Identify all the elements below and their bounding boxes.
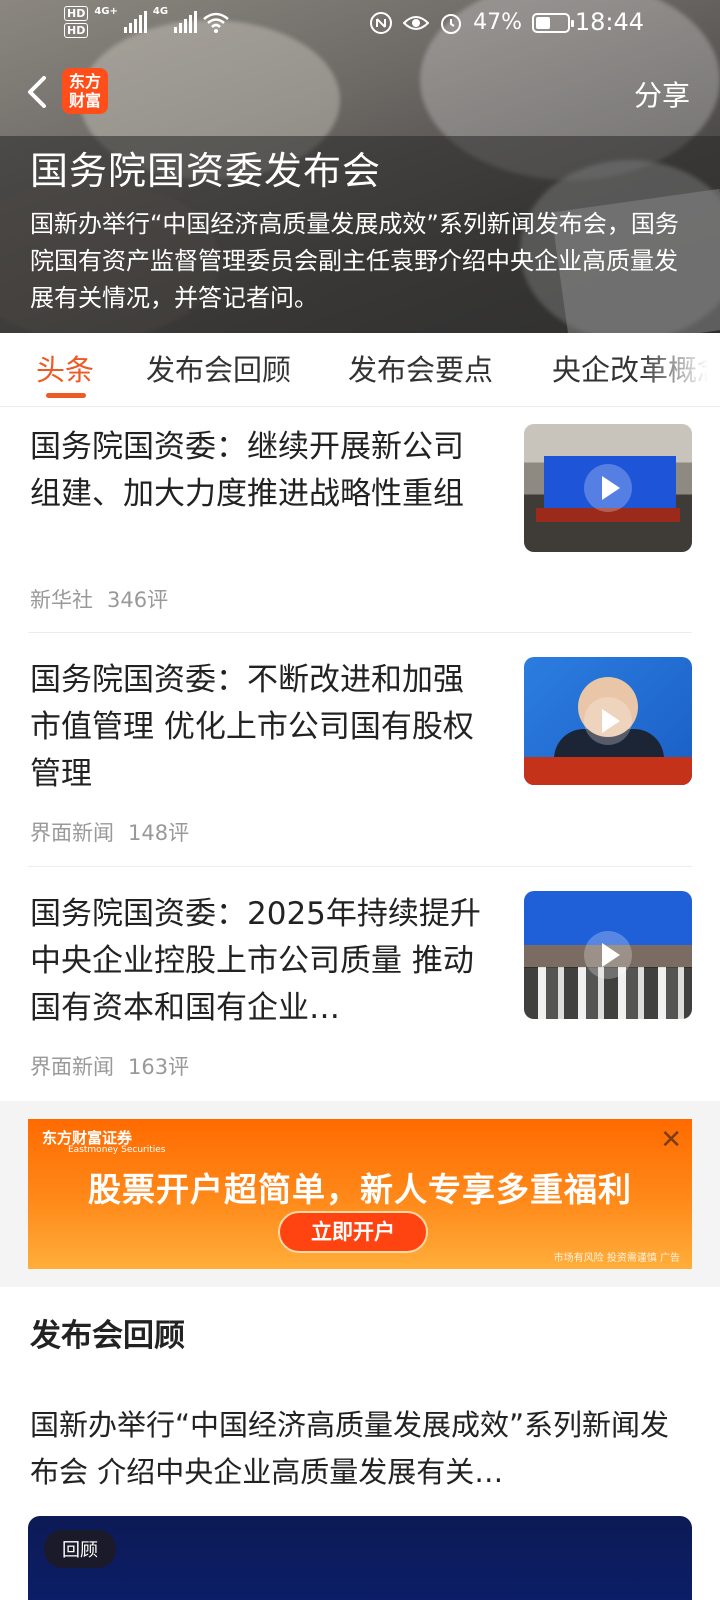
divider (28, 866, 692, 867)
ad-disclaimer: 市场有风险 投资需谨慎 广告 (553, 1253, 680, 1264)
battery-percent: 47% (473, 10, 522, 35)
hero-banner: HD HD 4G+ 4G 47% 18:44 东方 财富 分享 国务院国资委发布… (0, 0, 720, 333)
news-title[interactable]: 国务院国资委：继续开展新公司组建、加大力度推进战略性重组 (30, 424, 490, 518)
section-title: 发布会回顾 (30, 1318, 185, 1354)
hd-badge-2: HD (64, 23, 89, 38)
hd-badge-1: HD (64, 6, 89, 21)
news-comments: 148评 (128, 821, 190, 845)
news-source: 新华社 (30, 588, 93, 612)
news-comments: 163评 (128, 1055, 190, 1079)
network-type-2: 4G (152, 6, 169, 17)
alarm-icon (441, 13, 462, 34)
back-arrow-icon[interactable] (18, 70, 58, 114)
nfc-icon (370, 11, 393, 34)
logo-line-2: 财富 (68, 91, 101, 110)
network-type-1: 4G+ (94, 6, 118, 17)
review-video-card[interactable]: 回顾 (28, 1516, 692, 1600)
play-icon[interactable] (584, 931, 632, 979)
hd-badges: HD HD (64, 6, 89, 38)
clock: 18:44 (574, 8, 644, 36)
news-source: 界面新闻 (30, 1055, 114, 1079)
ad-brand-en: Eastmoney Securities (68, 1145, 166, 1155)
news-meta: 界面新闻 163评 (30, 1051, 189, 1081)
divider (28, 632, 692, 633)
active-tab-indicator (46, 393, 86, 398)
review-badge: 回顾 (44, 1530, 116, 1568)
battery-fill (536, 16, 550, 29)
close-icon[interactable]: ✕ (660, 1125, 682, 1155)
ad-section: 东方财富证券 Eastmoney Securities ✕ 股票开户超简单，新人… (0, 1101, 720, 1287)
status-left: HD HD 4G+ 4G (64, 6, 229, 38)
status-right: 47% (369, 10, 574, 35)
topic-description: 国新办举行“中国经济高质量发展成效”系列新闻发布会，国务院国有资产监督管理委员会… (30, 210, 679, 312)
news-title[interactable]: 国务院国资委：2025年持续提升中央企业控股上市公司质量 推动国有资本和国有企业… (30, 891, 490, 1032)
share-button[interactable]: 分享 (634, 74, 690, 114)
news-item[interactable]: 国务院国资委：不断改进和加强市值管理 优化上市公司国有股权管理 界面新闻 148评 (28, 657, 692, 857)
news-meta: 界面新闻 148评 (30, 817, 189, 847)
play-icon[interactable] (584, 697, 632, 745)
battery-icon (532, 12, 574, 33)
news-thumbnail[interactable] (524, 657, 692, 785)
tab-review[interactable]: 发布会回顾 (146, 347, 291, 389)
news-item[interactable]: 国务院国资委：2025年持续提升中央企业控股上市公司质量 推动国有资本和国有企业… (28, 891, 692, 1091)
news-title[interactable]: 国务院国资委：不断改进和加强市值管理 优化上市公司国有股权管理 (30, 657, 490, 798)
news-thumbnail[interactable] (524, 891, 692, 1019)
news-thumbnail[interactable] (524, 424, 692, 552)
news-meta: 新华社 346评 (30, 584, 168, 614)
tab-headlines[interactable]: 头条 (36, 347, 94, 389)
eastmoney-logo: 东方 财富 (62, 68, 108, 114)
tab-key-points[interactable]: 发布会要点 (348, 347, 493, 389)
section-description[interactable]: 国新办举行“中国经济高质量发展成效”系列新闻发布会 介绍中央企业高质量发展有关… (30, 1402, 690, 1496)
topic-title: 国务院国资委发布会 (30, 149, 382, 193)
ad-banner[interactable]: 东方财富证券 Eastmoney Securities ✕ 股票开户超简单，新人… (28, 1119, 692, 1269)
play-icon[interactable] (584, 464, 632, 512)
news-comments: 346评 (107, 588, 169, 612)
news-item[interactable]: 国务院国资委：继续开展新公司组建、加大力度推进战略性重组 新华社 346评 (28, 424, 692, 624)
wifi-icon (203, 12, 229, 33)
topic-tabs: 头条 发布会回顾 发布会要点 央企改革概念 (0, 333, 720, 407)
ad-headline: 股票开户超简单，新人专享多重福利 (88, 1170, 632, 1209)
signal-icon (123, 11, 147, 33)
thumb-nameplate (524, 757, 692, 785)
news-source: 界面新闻 (30, 821, 114, 845)
open-account-button[interactable]: 立即开户 (278, 1211, 428, 1253)
signal-icon (174, 11, 198, 33)
tabs-fade (640, 333, 720, 406)
logo-line-1: 东方 (68, 72, 101, 91)
status-bar: HD HD 4G+ 4G 47% 18:44 (0, 0, 720, 50)
eye-icon (403, 15, 430, 30)
